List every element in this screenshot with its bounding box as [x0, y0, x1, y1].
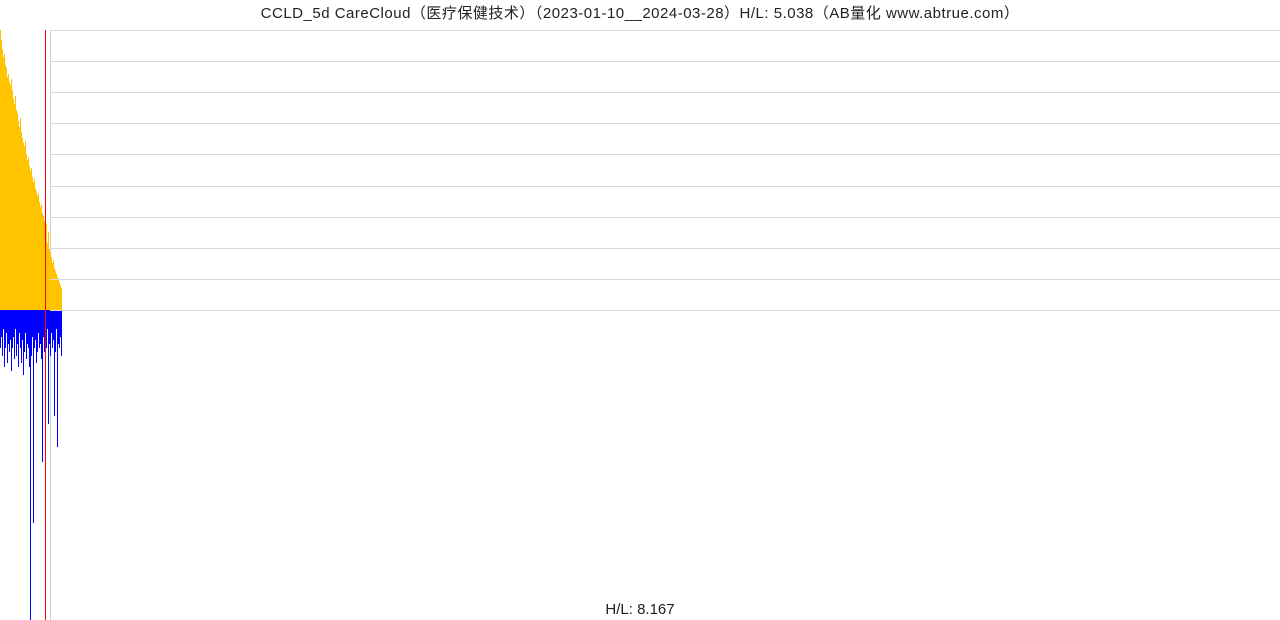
upper-bar-plot	[0, 30, 1280, 310]
red-vertical-line	[45, 30, 46, 620]
gridline	[50, 154, 1280, 155]
lower-bar-plot	[0, 310, 1280, 620]
gridline	[50, 92, 1280, 93]
gridline	[50, 123, 1280, 124]
gridline	[50, 248, 1280, 249]
bar-upper	[61, 288, 62, 310]
gridline	[50, 217, 1280, 218]
gridline	[50, 279, 1280, 280]
bar-lower	[61, 310, 62, 356]
gridline	[50, 186, 1280, 187]
gridline	[50, 30, 1280, 31]
bar-lower	[30, 310, 31, 620]
gridline	[50, 310, 1280, 311]
gridline	[50, 61, 1280, 62]
chart-footer: H/L: 8.167	[0, 601, 1280, 618]
chart-title: CCLD_5d CareCloud（医疗保健技术）（2023-01-10__20…	[0, 2, 1280, 23]
